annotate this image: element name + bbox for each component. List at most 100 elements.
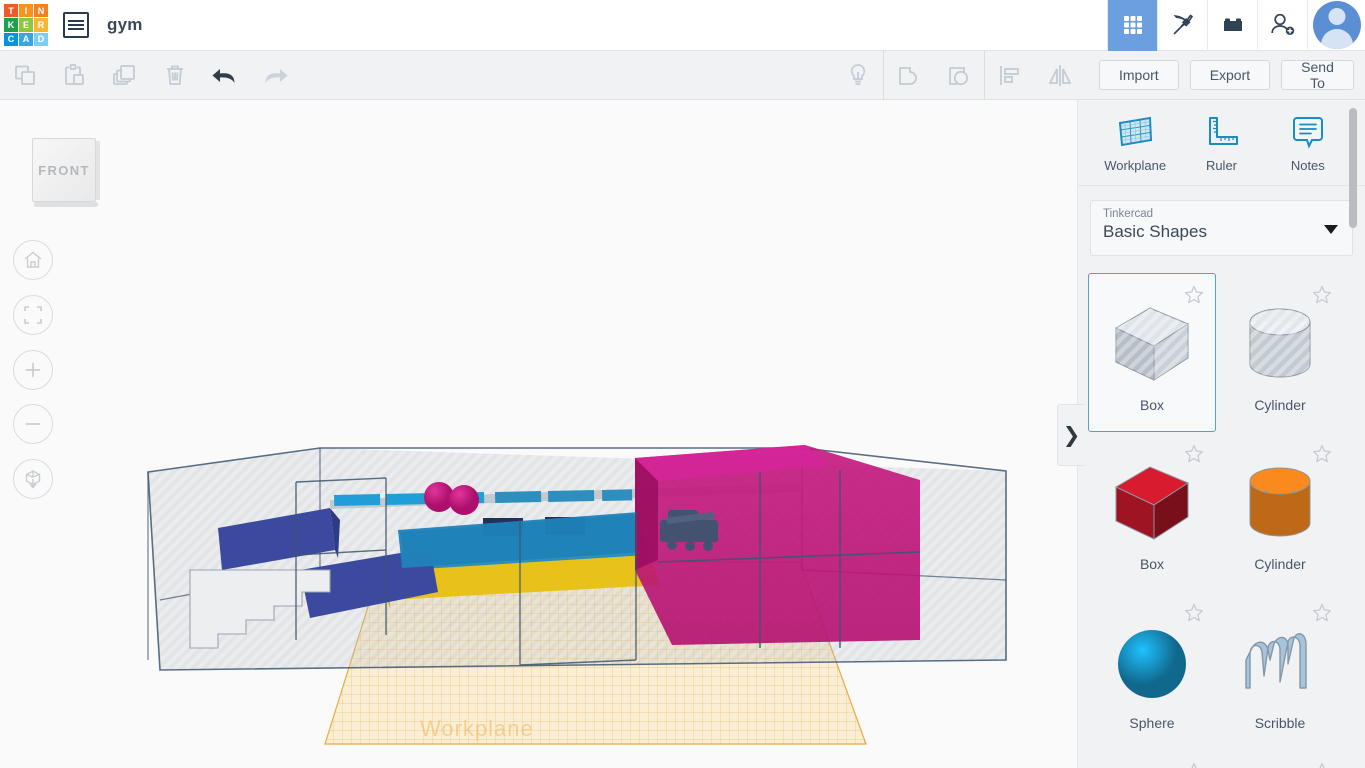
export-button[interactable]: Export — [1189, 60, 1271, 90]
shape-thumbnail — [1118, 630, 1186, 698]
shape-thumbnail — [1249, 467, 1311, 537]
shape-item-scribble-2-1[interactable]: Scribble — [1216, 591, 1344, 750]
workplane-tool[interactable]: Workplane — [1096, 112, 1174, 173]
shape-item-partial-2[interactable] — [1216, 750, 1344, 768]
shape-label: Cylinder — [1254, 397, 1306, 413]
ungroup-icon[interactable] — [934, 51, 984, 100]
group-icon[interactable] — [884, 51, 934, 100]
delete-icon[interactable] — [150, 51, 200, 100]
clipboard-tools — [0, 51, 200, 100]
brick-icon[interactable] — [1207, 0, 1257, 51]
home-view-button[interactable] — [13, 240, 53, 280]
panel-scrollbar-thumb[interactable] — [1349, 108, 1357, 228]
header-icon-group — [1107, 0, 1365, 51]
paste-icon[interactable] — [50, 51, 100, 100]
shape-row-partial — [1088, 750, 1356, 768]
send-to-button[interactable]: Send To — [1281, 59, 1354, 91]
3d-canvas[interactable]: Workplane FRONT — [0, 100, 1077, 768]
toolbar-actions: Import Export Send To — [1085, 59, 1365, 91]
perspective-toggle-icon — [25, 470, 41, 489]
logo-tile-a: A — [19, 32, 33, 46]
import-button[interactable]: Import — [1099, 60, 1179, 90]
favorite-star-icon[interactable] — [1183, 761, 1205, 768]
logo-tile-k: K — [4, 18, 18, 32]
shape-library-select[interactable]: Tinkercad Basic Shapes — [1090, 200, 1353, 256]
favorite-star-icon[interactable] — [1311, 761, 1333, 768]
3d-model[interactable]: Workplane — [0, 100, 1077, 768]
notes-icon — [1292, 117, 1323, 149]
shape-label: Scribble — [1254, 715, 1306, 731]
home-icon — [24, 251, 42, 268]
zoom-out-button[interactable] — [13, 404, 53, 444]
logo-tile-t: T — [4, 4, 18, 18]
logo-tile-r: R — [34, 18, 48, 32]
shape-label: Cylinder — [1254, 556, 1306, 572]
shape-label: Box — [1139, 397, 1165, 413]
fit-view-icon — [24, 306, 42, 324]
main-toolbar: Import Export Send To — [0, 50, 1365, 100]
mirror-icon[interactable] — [1035, 51, 1085, 100]
shape-thumbnail — [1114, 466, 1190, 540]
logo-tile-n: N — [34, 4, 48, 18]
shape-label: Box — [1139, 556, 1165, 572]
library-name: Basic Shapes — [1103, 222, 1207, 241]
ruler-tool-label: Ruler — [1205, 158, 1238, 173]
zoom-in-icon — [25, 362, 41, 378]
perspective-toggle-button[interactable] — [13, 459, 53, 499]
avatar[interactable] — [1307, 0, 1365, 51]
notes-tool-label: Notes — [1290, 158, 1325, 173]
ruler-tool[interactable]: Ruler — [1182, 112, 1260, 173]
top-bar: TIN KER CAD gym — [0, 0, 1365, 51]
logo-tile-i: I — [19, 4, 33, 18]
grid-icon[interactable] — [1107, 0, 1157, 51]
redo-icon[interactable] — [250, 51, 300, 100]
shape-row: Sphere Scribble — [1088, 591, 1356, 750]
chevron-down-icon — [1324, 225, 1338, 234]
shape-row: Box Cylinder — [1088, 432, 1356, 591]
shape-label: Sphere — [1129, 715, 1175, 731]
page-title[interactable]: gym — [107, 15, 143, 35]
shape-item-cylinder-0-1[interactable]: Cylinder — [1216, 273, 1344, 432]
shape-item-partial-1[interactable] — [1088, 750, 1216, 768]
shape-item-box-0-0[interactable]: Box — [1088, 273, 1216, 432]
view-cube[interactable]: FRONT — [32, 138, 100, 208]
shape-thumbnail — [1245, 633, 1307, 689]
copy-icon[interactable] — [0, 51, 50, 100]
view-cube-shadow — [34, 202, 98, 207]
shape-item-cylinder-1-1[interactable]: Cylinder — [1216, 432, 1344, 591]
ruler-icon — [1209, 117, 1239, 145]
shape-grid: Box Cylinder Box Cylinder Sphere Scribble — [1078, 273, 1365, 768]
shape-thumbnail — [1249, 308, 1311, 378]
shape-item-sphere-2-0[interactable]: Sphere — [1088, 591, 1216, 750]
workplane-tool-label: Workplane — [1104, 158, 1167, 173]
panel-tool-row: Workplane Ruler Notes — [1078, 100, 1365, 186]
collapse-panel-tab[interactable]: ❯ — [1057, 404, 1085, 466]
workplane-icon — [1119, 116, 1153, 147]
lightbulb-icon[interactable] — [833, 51, 883, 100]
history-tools — [200, 51, 300, 100]
panel-scrollbar-track[interactable] — [1349, 100, 1361, 595]
notes-tool[interactable]: Notes — [1269, 112, 1347, 173]
machine-model — [660, 510, 718, 551]
logo-tile-d: D — [34, 32, 48, 46]
shape-thumbnail — [1114, 307, 1190, 381]
duplicate-icon[interactable] — [100, 51, 150, 100]
sphere-right — [449, 485, 479, 515]
pickaxe-icon[interactable] — [1157, 0, 1207, 51]
shape-item-box-1-0[interactable]: Box — [1088, 432, 1216, 591]
add-user-icon[interactable] — [1257, 0, 1307, 51]
fit-view-button[interactable] — [13, 295, 53, 335]
view-cube-face[interactable]: FRONT — [32, 138, 96, 202]
undo-icon[interactable] — [200, 51, 250, 100]
shape-row: Box Cylinder — [1088, 273, 1356, 432]
magenta-structure — [635, 445, 921, 648]
library-owner: Tinkercad — [1103, 208, 1154, 220]
zoom-in-button[interactable] — [13, 350, 53, 390]
zoom-out-icon — [25, 423, 41, 425]
align-icon[interactable] — [985, 51, 1035, 100]
right-panel: Workplane Ruler Notes Tinkercad Basic Sh… — [1077, 100, 1365, 768]
logo-tile-c: C — [4, 32, 18, 46]
list-icon[interactable] — [63, 12, 89, 38]
logo-tile-e: E — [19, 18, 33, 32]
tinkercad-logo[interactable]: TIN KER CAD — [4, 4, 48, 46]
